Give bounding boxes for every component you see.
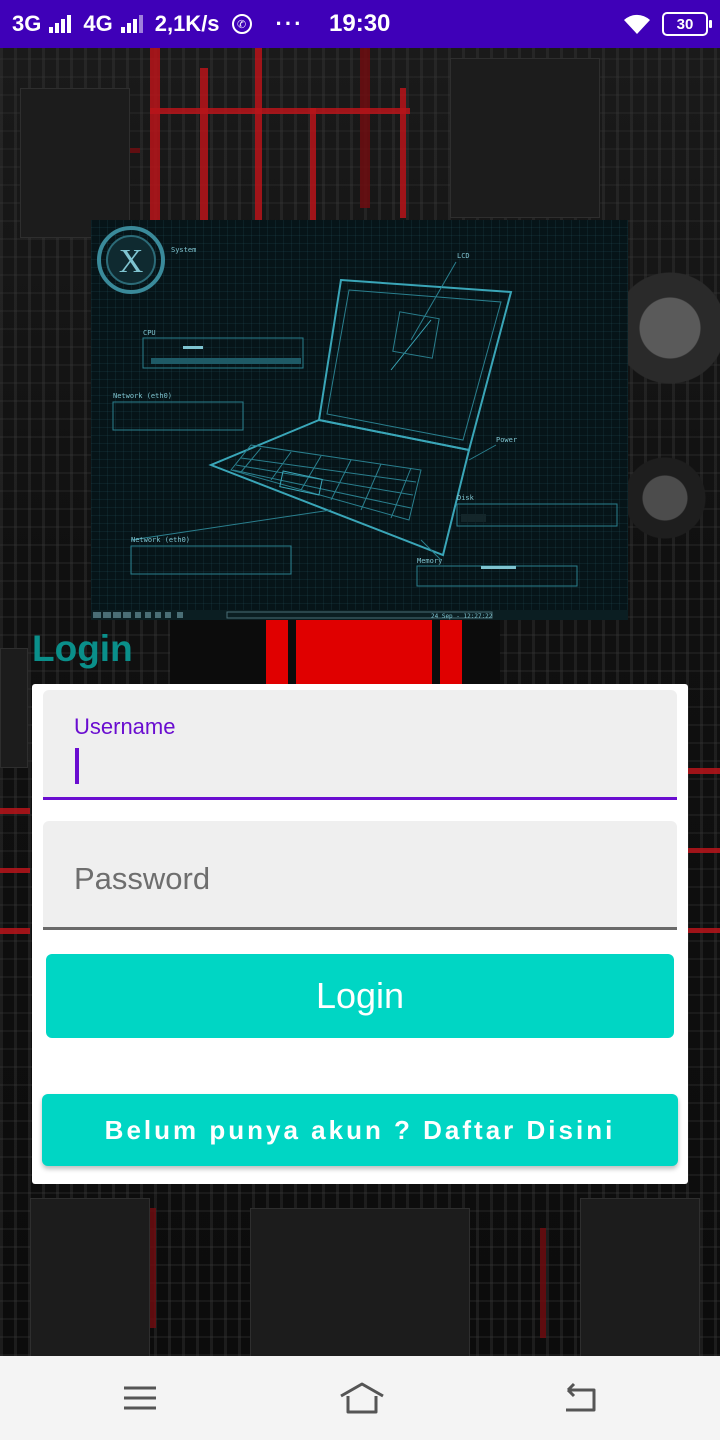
- login-form-card: Username Password Login Belum punya akun…: [32, 684, 688, 1184]
- svg-text:X: X: [119, 243, 144, 280]
- menu-icon[interactable]: [120, 1378, 160, 1418]
- wifi-icon: [624, 14, 650, 34]
- signal-icon: [49, 15, 72, 33]
- network-type-1: 3G: [12, 11, 42, 36]
- background-stripes: [170, 620, 500, 684]
- network-speed: 2,1K/s: [154, 11, 220, 36]
- network-type-2: 4G: [83, 11, 113, 36]
- hero-label-disk: Disk: [457, 494, 475, 502]
- register-button[interactable]: Belum punya akun ? Daftar Disini: [42, 1094, 678, 1166]
- home-icon[interactable]: [338, 1378, 386, 1418]
- username-field[interactable]: Username: [43, 690, 677, 800]
- hero-label-power: Power: [496, 436, 517, 444]
- battery-level: 30: [676, 15, 694, 33]
- hero-clock: 24 Sep - 12:27:22: [431, 613, 493, 620]
- hero-label-system: System: [171, 246, 196, 254]
- username-label: Username: [74, 714, 176, 739]
- password-field[interactable]: Password: [43, 821, 677, 930]
- hero-label-cpu: CPU: [143, 329, 156, 337]
- hero-label-network-1: Network (eth0): [113, 392, 172, 400]
- signal-icon: [120, 15, 143, 33]
- hero-image: X System CPU Network (eth0) Network (eth…: [91, 220, 628, 620]
- more-notifications-icon: ···: [275, 11, 304, 36]
- navigation-bar: [0, 1356, 720, 1440]
- laptop-schematic: X System CPU Network (eth0) Network (eth…: [91, 226, 628, 620]
- page-title: Login: [32, 628, 133, 669]
- text-cursor: [75, 748, 79, 784]
- hero-label-lcd: LCD: [457, 252, 470, 260]
- clock: 19:30: [329, 10, 391, 37]
- battery-icon: 30: [662, 12, 712, 36]
- back-icon[interactable]: [560, 1378, 600, 1418]
- login-button[interactable]: Login: [46, 954, 674, 1038]
- status-bar: 3G 4G 2,1K/s ✆ ··· 19:30 30: [0, 0, 720, 48]
- password-placeholder: Password: [74, 861, 211, 896]
- hero-label-memory: Memory: [417, 557, 442, 565]
- whatsapp-icon: ✆: [231, 14, 252, 34]
- hero-label-network-2: Network (eth0): [131, 536, 190, 544]
